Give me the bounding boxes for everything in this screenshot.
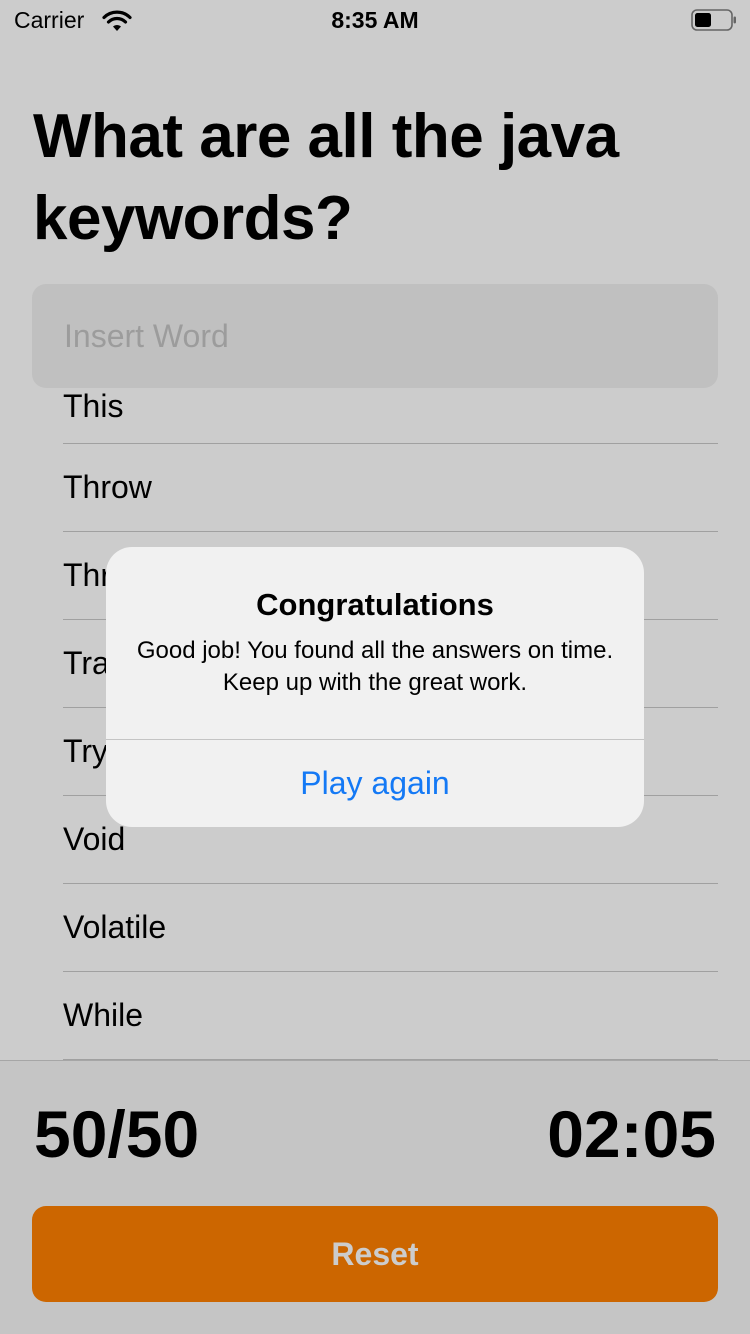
congratulations-alert: Congratulations Good job! You found all … [106,547,644,827]
alert-message: Good job! You found all the answers on t… [136,637,614,696]
play-again-button[interactable]: Play again [106,740,644,827]
alert-title: Congratulations [256,587,494,622]
